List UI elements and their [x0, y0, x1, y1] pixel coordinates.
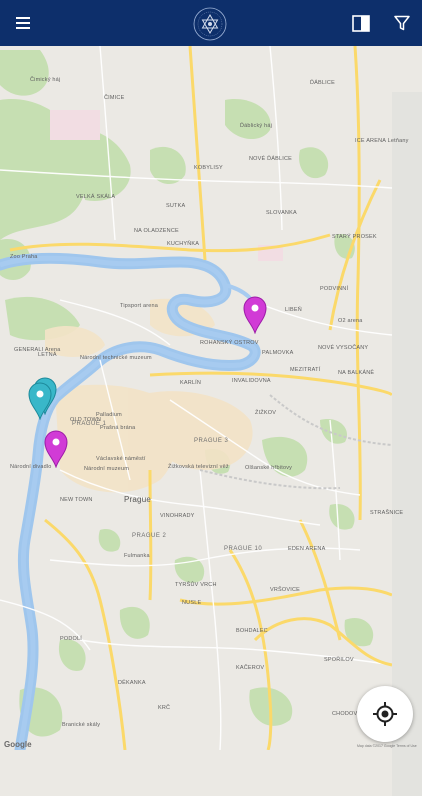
map-attribution[interactable]: Map data ©2017 Google Terms of Use — [357, 744, 417, 748]
map-label: DĚKANKA — [118, 680, 146, 686]
map-label: O2 arena — [338, 318, 363, 324]
map-label: Žižkovská televizní věž — [168, 464, 229, 470]
map-label: PRAGUE 10 — [224, 546, 263, 552]
map-label: LIBEŇ — [285, 307, 302, 313]
map-label: Fulmanka — [124, 553, 150, 559]
map-label: EDEN ARENA — [288, 546, 326, 552]
map-label: TYRŠŮV VRCH — [175, 582, 217, 588]
map-view[interactable] — [0, 46, 422, 796]
map-label: PRAGUE 2 — [132, 533, 167, 539]
map-label: Branické skály — [62, 722, 101, 728]
map-label: STRAŠNICE — [370, 510, 404, 516]
map-label: PODVINNÍ — [320, 286, 349, 292]
hamburger-menu-icon — [16, 17, 30, 29]
google-logo: Google — [4, 740, 32, 749]
map-label: ROHANSKÝ OSTROV — [200, 340, 259, 346]
top-bar — [0, 0, 422, 46]
map-label: Palladium — [96, 412, 122, 418]
map-label: ŽIŽKOV — [255, 410, 277, 416]
map-label: NA OLADZENCE — [134, 228, 179, 234]
menu-button[interactable] — [0, 0, 46, 46]
map-label: NA BALKÁNĚ — [338, 370, 375, 376]
map-label: Václavské náměstí — [96, 456, 146, 462]
map-label: Zoo Praha — [10, 254, 38, 260]
map-label: NEW TOWN — [60, 497, 93, 503]
map-label: Tipsport arena — [120, 303, 159, 309]
map-label: KARLÍN — [180, 380, 202, 386]
map-label: Ďáblický háj — [240, 123, 273, 129]
filter-button[interactable] — [379, 0, 422, 46]
map-label: ICE ARENA Letňany — [355, 138, 409, 144]
map-label: Národní muzeum — [84, 466, 129, 472]
map-label: NUSLE — [182, 600, 202, 606]
crosshair-locate-icon — [373, 702, 397, 726]
map-label: PRAGUE 3 — [194, 438, 229, 444]
map-label: KOBYLISY — [194, 165, 223, 171]
map-label: KAČEROV — [236, 665, 265, 671]
magenta-marker[interactable] — [243, 296, 267, 334]
map-label: BOHDALEC — [236, 628, 268, 634]
locate-me-button[interactable] — [357, 686, 413, 742]
map-label: KUCHYŇKA — [167, 241, 200, 247]
open-book-icon — [352, 14, 370, 32]
map-label: Prašná brána — [100, 425, 136, 431]
map-label: PALMOVKA — [262, 350, 294, 356]
map-label: VRŠOVICE — [270, 587, 301, 593]
map-label: Olšanské hřbitovy — [245, 465, 293, 471]
map-label: NOVÉ ĎÁBLICE — [249, 156, 293, 162]
map-label: Národní technické muzeum — [80, 355, 152, 361]
map-label: VINOHRADY — [160, 513, 195, 519]
map-label: SPOŘILOV — [324, 657, 354, 663]
map-label: SLOVANKA — [266, 210, 297, 216]
book-button[interactable] — [338, 0, 384, 46]
map-label: ĎÁBLICE — [310, 80, 335, 86]
map-label: Prague — [124, 495, 151, 504]
map-label: PODOLÍ — [60, 636, 82, 642]
map-label: ČIMICE — [104, 95, 125, 101]
map-label: SUTKA — [166, 203, 186, 209]
map-canvas — [0, 46, 422, 750]
funnel-filter-icon — [394, 15, 410, 31]
map-label: VELKÁ SKÁLA — [76, 194, 116, 200]
map-label: Čimický háj — [30, 77, 61, 83]
magenta-marker[interactable] — [44, 430, 68, 468]
app-logo — [191, 5, 229, 43]
map-label: STARÝ PROSEK — [332, 234, 377, 240]
map-label: KRČ — [158, 705, 171, 711]
map-label: NOVÉ VYSOČANY — [318, 345, 369, 351]
map-label: MEZITRATÍ — [290, 367, 321, 373]
map-label: GENERALI Arena — [14, 347, 61, 353]
cyan-marker[interactable] — [28, 382, 52, 420]
star-of-david-seal-icon — [193, 7, 227, 41]
map-label: INVALIDOVNA — [232, 378, 271, 384]
